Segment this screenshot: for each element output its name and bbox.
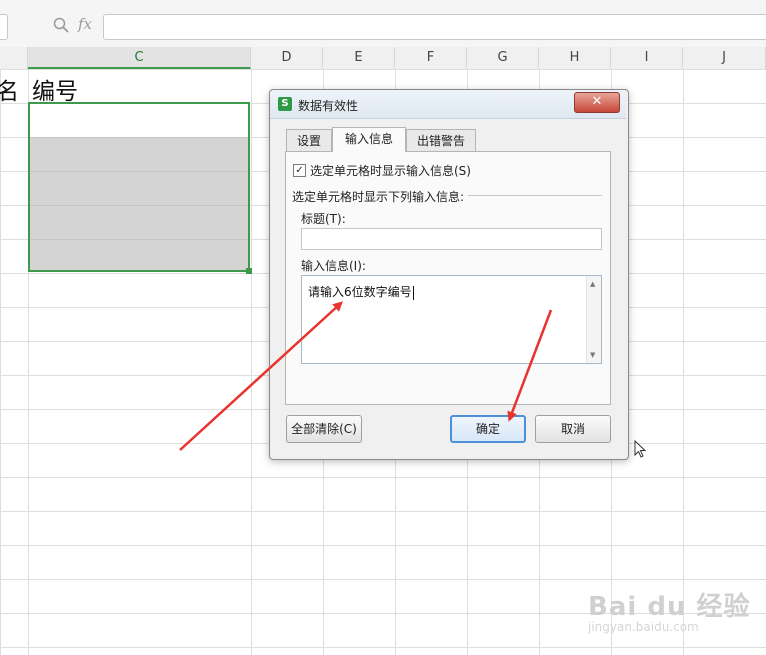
scroll-up-icon[interactable]: ▲: [590, 280, 595, 288]
column-header-g[interactable]: G: [467, 47, 539, 69]
column-header-e[interactable]: E: [323, 47, 395, 69]
selection-range[interactable]: [28, 102, 250, 272]
scroll-down-icon[interactable]: ▼: [590, 351, 595, 359]
dialog-title-bar[interactable]: S 数据有效性 ✕: [270, 90, 626, 119]
grid-line: [683, 69, 684, 655]
formula-input[interactable]: [103, 14, 766, 40]
tab-error-alert[interactable]: 出错警告: [406, 129, 476, 151]
message-field-label: 输入信息(I):: [301, 259, 366, 273]
column-header-d[interactable]: D: [251, 47, 323, 69]
column-header-f[interactable]: F: [395, 47, 467, 69]
clear-all-button[interactable]: 全部清除(C): [286, 415, 362, 443]
cell-b1[interactable]: 名: [0, 72, 19, 106]
tab-input-message[interactable]: 输入信息: [332, 127, 406, 152]
message-text: 请输入6位数字编号: [308, 285, 414, 300]
column-header-c[interactable]: C: [28, 47, 251, 69]
dialog-title: 数据有效性: [298, 99, 359, 113]
title-input[interactable]: [301, 228, 602, 250]
data-validation-dialog: S 数据有效性 ✕ 设置 输入信息 出错警告 ✓ 选定单元格时显示输入信息(S)…: [269, 89, 629, 460]
group-label: 选定单元格时显示下列输入信息:: [292, 188, 469, 205]
ok-button[interactable]: 确定: [450, 415, 526, 443]
show-input-checkbox-label[interactable]: 选定单元格时显示输入信息(S): [310, 162, 471, 179]
close-icon[interactable]: ✕: [574, 92, 620, 113]
fill-handle[interactable]: [246, 268, 252, 274]
mouse-cursor-icon: [634, 440, 647, 458]
column-header-b[interactable]: [0, 47, 28, 69]
message-scrollbar[interactable]: ▲ ▼: [586, 276, 601, 363]
cell-c1[interactable]: 编号: [32, 72, 78, 106]
title-field-label: 标题(T):: [301, 212, 346, 226]
watermark-url: jingyan.baidu.com: [588, 620, 699, 634]
checkbox-check-icon[interactable]: ✓: [293, 164, 306, 177]
formula-bar: fx: [0, 0, 766, 48]
app-icon: S: [278, 97, 292, 111]
zoom-icon[interactable]: [52, 17, 70, 35]
tab-settings[interactable]: 设置: [286, 129, 332, 151]
name-box[interactable]: [0, 14, 8, 40]
group-divider: [466, 195, 602, 196]
column-header: C D E F G H I J: [0, 47, 766, 70]
column-header-h[interactable]: H: [539, 47, 611, 69]
fx-label[interactable]: fx: [78, 15, 92, 33]
baidu-watermark: Bai du 经验: [588, 592, 751, 622]
cancel-button[interactable]: 取消: [535, 415, 611, 443]
message-textarea[interactable]: 请输入6位数字编号 ▲ ▼: [301, 275, 602, 364]
grid-line: [251, 69, 252, 655]
column-header-j[interactable]: J: [683, 47, 766, 69]
column-header-i[interactable]: I: [611, 47, 683, 69]
